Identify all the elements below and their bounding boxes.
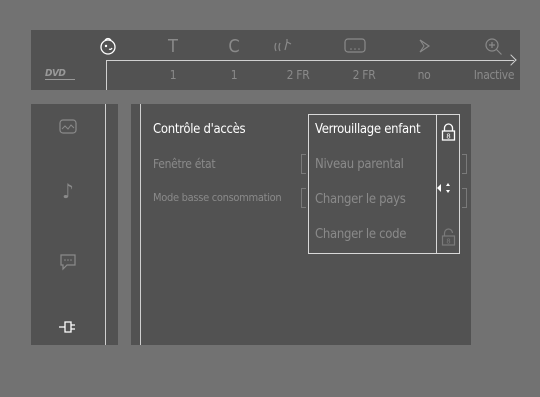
- submenu-item-change-country[interactable]: Changer le pays: [315, 192, 406, 207]
- angle-value: no: [417, 68, 431, 82]
- submenu-item-change-code[interactable]: Changer le code: [315, 227, 406, 242]
- music-icon[interactable]: ♪: [55, 179, 81, 203]
- lock-open-icon[interactable]: 8: [441, 227, 456, 247]
- submenu-item-parental-level[interactable]: Niveau parental: [315, 157, 404, 172]
- disc-menu-icon[interactable]: [95, 35, 121, 57]
- speech-icon[interactable]: [55, 251, 81, 273]
- svg-text:8: 8: [446, 133, 450, 141]
- zoom-value: Inactive: [473, 68, 515, 82]
- top-divider-vertical: [106, 60, 107, 90]
- picture-icon[interactable]: [55, 116, 81, 138]
- plug-icon[interactable]: [55, 316, 81, 338]
- lock-closed-icon[interactable]: 8: [441, 122, 456, 142]
- bracket-left: [301, 154, 306, 174]
- submenu-item-child-lock[interactable]: Verrouillage enfant: [315, 122, 421, 137]
- settings-panel: Contrôle d'accès Fenêtre état Mode basse…: [131, 104, 471, 345]
- top-menu-bar: T C DVD 1 1 2 FR 2 FR no Inactive: [31, 30, 520, 90]
- submenu-panel: Verrouillage enfant Niveau parental Chan…: [308, 114, 437, 254]
- menu-item-low-power-mode[interactable]: Mode basse consommation: [153, 191, 282, 204]
- chapter-value: 1: [230, 68, 238, 82]
- menu-item-access-control[interactable]: Contrôle d'accès: [153, 122, 246, 137]
- subtitle-icon[interactable]: [342, 35, 368, 57]
- bracket-right: [462, 154, 467, 174]
- arrow-right-icon: [505, 54, 517, 66]
- top-divider-line: [106, 60, 514, 61]
- audio-icon[interactable]: [271, 35, 297, 57]
- zoom-icon[interactable]: [481, 35, 507, 57]
- sidebar-divider: [105, 104, 106, 345]
- angle-icon[interactable]: [412, 35, 438, 57]
- chapter-icon[interactable]: C: [221, 35, 247, 57]
- subtitle-value: 2 FR: [352, 68, 376, 82]
- main-divider: [140, 104, 141, 345]
- title-value: 1: [169, 68, 177, 82]
- sidebar: ♪: [31, 104, 118, 345]
- svg-text:8: 8: [446, 238, 450, 246]
- lock-column: 8 8: [436, 114, 460, 254]
- audio-value: 2 FR: [286, 68, 310, 82]
- menu-item-status-window[interactable]: Fenêtre état: [153, 157, 216, 171]
- title-icon[interactable]: T: [160, 35, 186, 57]
- dvd-logo: DVD: [45, 68, 75, 80]
- bracket-left: [301, 188, 306, 208]
- bracket-right: [462, 188, 467, 208]
- nav-arrows-icon: [433, 181, 453, 197]
